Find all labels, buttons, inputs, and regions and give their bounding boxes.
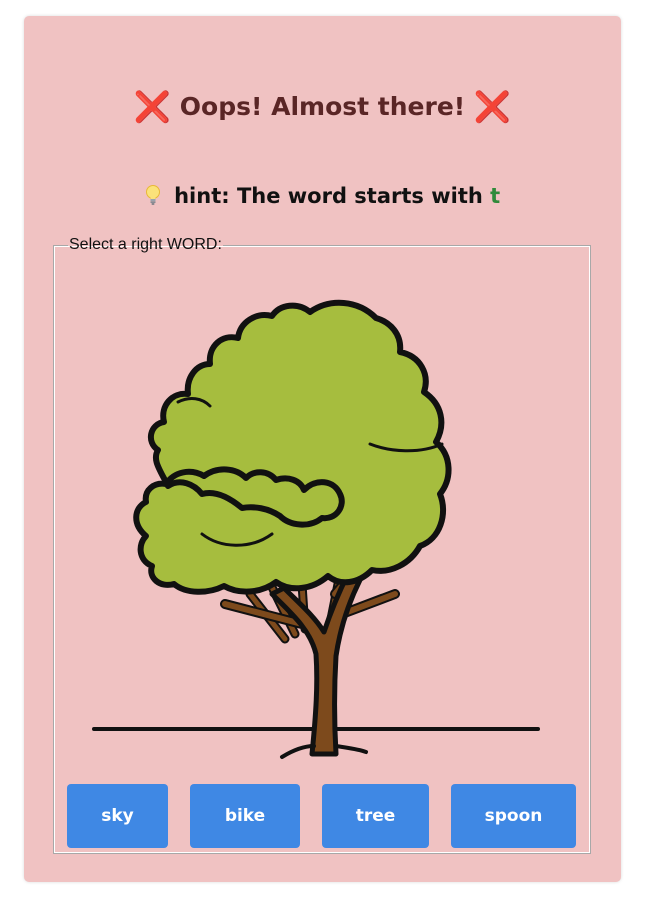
cross-mark-icon: ❌ — [473, 90, 512, 125]
option-button-sky[interactable]: sky — [67, 784, 168, 848]
answer-options: sky bike tree spoon — [54, 784, 590, 848]
tree-illustration — [90, 294, 550, 764]
hint-letter: t — [490, 184, 501, 208]
light-bulb-icon — [145, 185, 160, 205]
cross-mark-icon: ❌ — [133, 90, 172, 125]
option-button-bike[interactable]: bike — [190, 784, 300, 848]
tree-icon — [92, 299, 540, 759]
hint-text: hint: The word starts with — [174, 184, 483, 208]
option-button-tree[interactable]: tree — [322, 784, 429, 848]
hint-line: hint: The word starts with t — [24, 184, 621, 208]
quiz-card: ❌ Oops! Almost there! ❌ hint: The word s… — [24, 16, 621, 882]
feedback-title: ❌ Oops! Almost there! ❌ — [24, 90, 621, 125]
question-legend: Select a right WORD: — [69, 236, 222, 253]
option-button-spoon[interactable]: spoon — [451, 784, 576, 848]
word-selection-group: Select a right WORD: sky bike tree spoon — [53, 236, 591, 854]
feedback-title-text: Oops! Almost there! — [179, 92, 466, 121]
